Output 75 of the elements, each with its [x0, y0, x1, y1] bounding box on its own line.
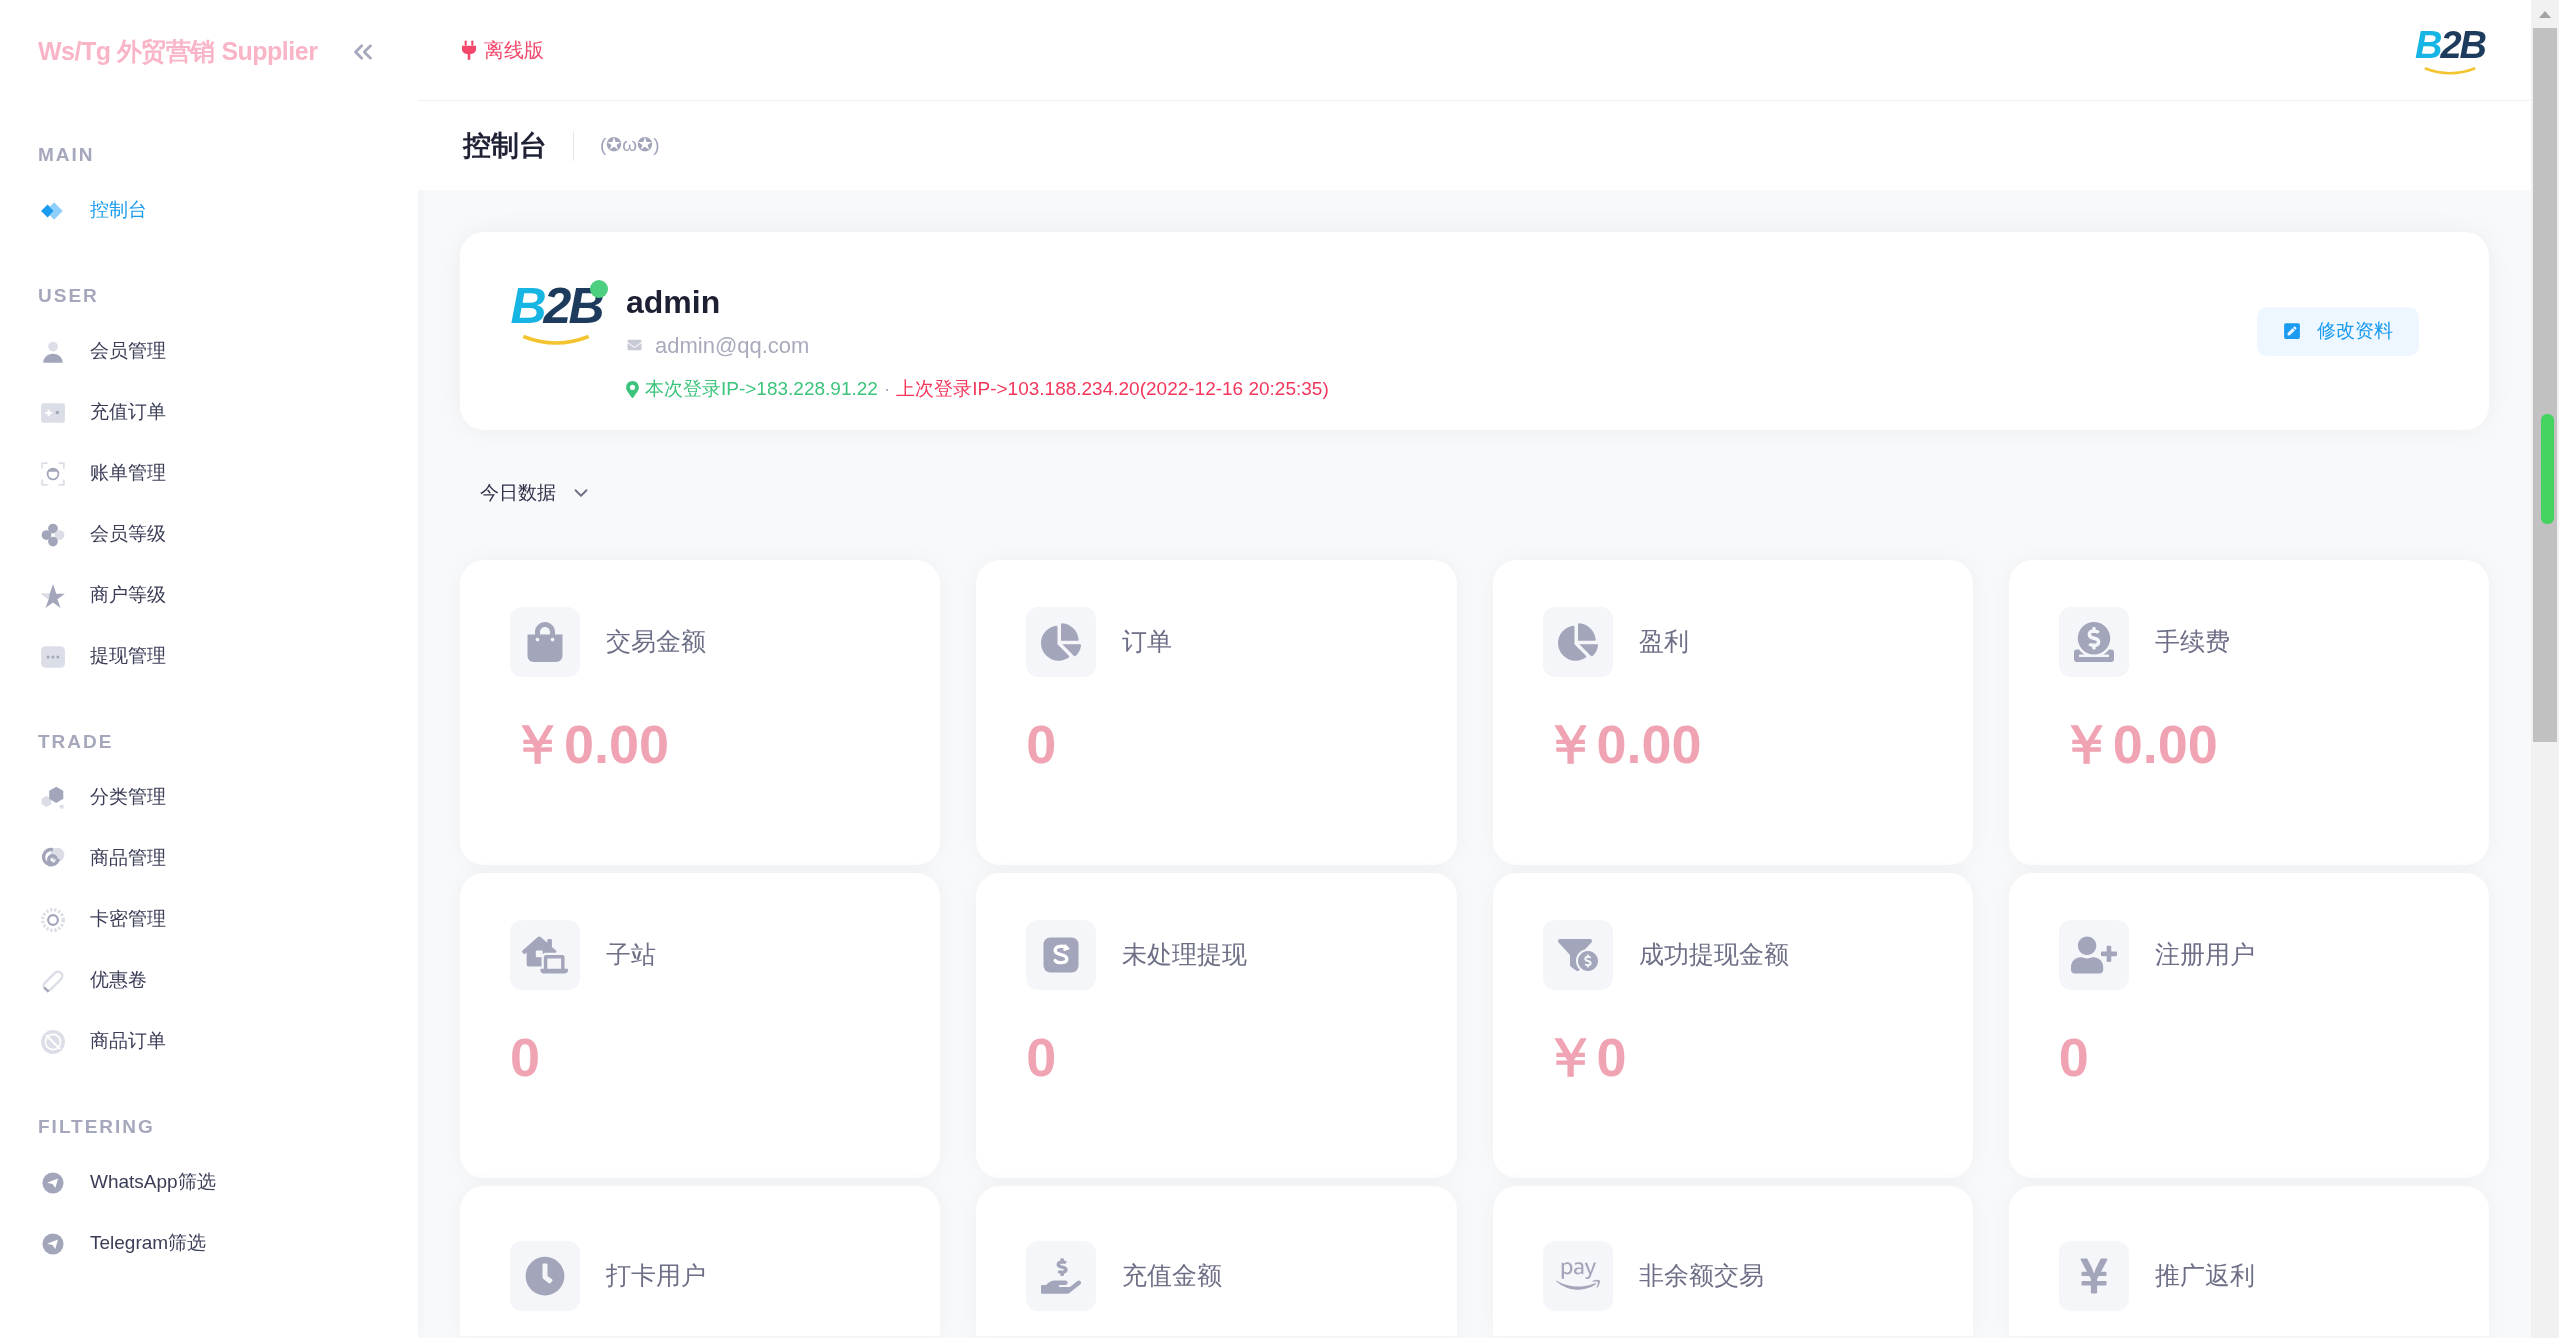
sidebar-item[interactable]: 商品管理: [38, 828, 378, 889]
current-login-ip: 本次登录IP->183.228.91.22: [645, 376, 878, 401]
last-login-ip: 上次登录IP->103.188.234.20(2022-12-16 20:25:35): [896, 376, 1329, 401]
sidebar-item[interactable]: 会员等级: [38, 504, 378, 565]
sidebar-item[interactable]: 商户等级: [38, 565, 378, 626]
funnel-dollar-icon: [1542, 920, 1613, 990]
swoosh-icon: [2423, 66, 2477, 76]
sidebar-item[interactable]: 商品订单: [38, 1011, 378, 1072]
clock-icon: [510, 1241, 580, 1311]
stat-value: 0: [510, 1027, 541, 1087]
sidebar-item[interactable]: 分类管理: [38, 767, 378, 828]
s-square-icon: [1026, 920, 1097, 990]
sidebar-item[interactable]: 提现管理: [38, 626, 378, 687]
section-title: USER: [38, 284, 100, 308]
gear-icon: [40, 906, 66, 933]
yen-icon: [2058, 1241, 2129, 1311]
hand-dollar-icon: [1026, 1241, 1097, 1311]
stat-value: ￥0.00: [1542, 714, 1702, 774]
page-title: 控制台: [463, 128, 547, 163]
send-icon: [42, 1171, 64, 1194]
stat-value: ￥0: [1542, 1027, 1627, 1087]
mode-label: 离线版: [484, 38, 544, 63]
location-pin-icon: [626, 380, 639, 398]
stat-label: 手续费: [2154, 626, 2230, 658]
plug-icon: [462, 40, 476, 60]
face-scan-icon: [40, 460, 66, 487]
pinwheel-icon: [40, 521, 66, 548]
sidebar-item[interactable]: WhatsApp筛选: [38, 1152, 378, 1213]
sidebar-item[interactable]: Telegram筛选: [38, 1213, 378, 1274]
stat-value: ￥0.00: [510, 714, 670, 774]
section-title: MAIN: [38, 143, 96, 167]
stat-label: 充值金额: [1122, 1260, 1223, 1292]
separator: ·: [883, 376, 891, 401]
user-plus-icon: [2058, 920, 2129, 990]
stat-label: 非余额交易: [1638, 1260, 1764, 1292]
sidebar-item[interactable]: 充值订单: [38, 382, 378, 443]
sidebar-item[interactable]: 优惠卷: [38, 950, 378, 1011]
sidebar-item[interactable]: 账单管理: [38, 443, 378, 504]
hexagon-icon: [40, 784, 66, 811]
stat-value: 0: [1026, 714, 1057, 774]
stat-value: ￥0.00: [2058, 714, 2218, 774]
slash-circle-icon: [40, 1028, 66, 1055]
stat-label: 盈利: [1638, 626, 1689, 658]
stat-label: 推广返利: [2154, 1260, 2255, 1292]
stat-label: 子站: [606, 939, 656, 971]
pie-chart-icon: [1542, 607, 1613, 677]
pay-icon: [1542, 1241, 1613, 1311]
stat-label: 打卡用户: [606, 1260, 706, 1292]
period-dropdown[interactable]: 今日数据: [480, 478, 592, 508]
send-icon: [42, 1232, 64, 1255]
scrollbar[interactable]: [2531, 0, 2559, 1338]
swoosh-icon: [521, 334, 591, 346]
sidebar-item[interactable]: 会员管理: [38, 321, 378, 382]
dots-icon: [40, 643, 66, 670]
page-subtitle: (✪ω✪): [600, 133, 660, 158]
stat-label: 订单: [1122, 626, 1173, 658]
stat-value: 0: [1026, 1027, 1057, 1087]
stat-label: 交易金额: [606, 626, 706, 658]
user-email: admin@qq.com: [655, 331, 810, 360]
user-name: admin: [626, 283, 721, 322]
logo-text: B2B: [510, 278, 602, 334]
envelope-icon: [626, 338, 643, 352]
house-laptop-icon: [510, 920, 580, 990]
stat-label: 成功提现金额: [1638, 939, 1789, 971]
section-title: TRADE: [38, 730, 115, 754]
section-title: FILTERING: [38, 1115, 156, 1139]
sidebar-item[interactable]: 卡密管理: [38, 889, 378, 950]
coin-tray-icon: [2058, 607, 2129, 677]
shopping-bag-icon: [510, 607, 580, 677]
pie-chart-icon: [1026, 607, 1097, 677]
stat-label: 注册用户: [2154, 939, 2255, 971]
stat-value: 0: [2058, 1027, 2089, 1087]
logo-text: B2B: [2414, 24, 2485, 66]
stat-label: 未处理提现: [1122, 939, 1248, 971]
brand-title: Ws/Tg 外贸营销 Supplier: [38, 36, 318, 68]
